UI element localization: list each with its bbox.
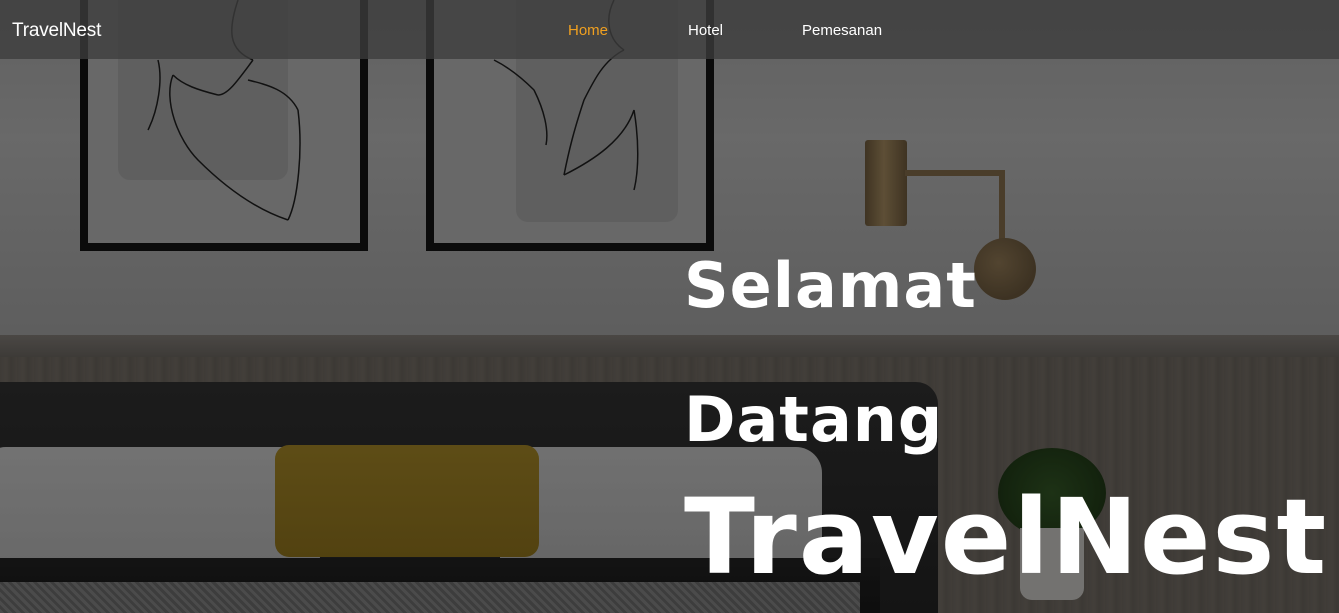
- brand-logo[interactable]: TravelNest: [12, 20, 101, 42]
- top-navbar: TravelNest Home Hotel Pemesanan: [0, 0, 1339, 59]
- hero-heading-brand: TravelNest: [684, 476, 1329, 598]
- nav-link-home[interactable]: Home: [568, 22, 608, 39]
- nav-link-pemesanan[interactable]: Pemesanan: [802, 22, 882, 39]
- hero-heading-line2: Datang: [684, 383, 944, 456]
- hero-heading-line1: Selamat: [684, 249, 977, 322]
- nav-link-hotel[interactable]: Hotel: [688, 22, 723, 39]
- page: TravelNest Home Hotel Pemesanan Selamat …: [0, 0, 1339, 613]
